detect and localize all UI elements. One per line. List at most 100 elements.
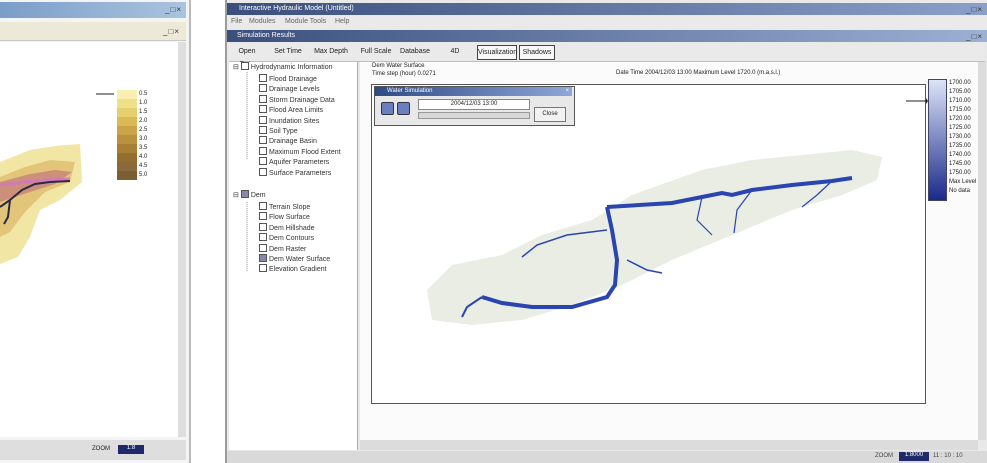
menu-module-tools[interactable]: Module Tools — [285, 18, 326, 25]
tree-item-label: Aquifer Parameters — [269, 159, 330, 167]
tree-item[interactable]: Dem Contours — [259, 233, 314, 242]
tree-item-label: Inundation Sites — [269, 117, 320, 125]
tree-item[interactable]: Dem Hillshade — [259, 222, 315, 232]
main-horizontal-scrollbar[interactable] — [360, 440, 978, 450]
checkbox[interactable] — [259, 146, 267, 155]
tree-item[interactable]: Storm Drainage Data — [259, 94, 335, 104]
tree-item[interactable]: Drainage Levels — [259, 84, 320, 93]
tree-item-label: Elevation Gradient — [269, 266, 327, 274]
checkbox[interactable] — [259, 222, 267, 231]
checkbox[interactable] — [259, 136, 267, 145]
full-scale-button[interactable]: Full Scale — [359, 45, 393, 58]
dialog-title: Water Simulation — [387, 88, 433, 94]
tree-item[interactable]: Flood Drainage — [259, 74, 317, 83]
menu-file[interactable]: File — [231, 18, 242, 25]
checkbox[interactable] — [259, 233, 267, 242]
visualization-button[interactable]: Visualization — [477, 45, 517, 60]
tree-group-hydro[interactable]: ⊟ Hydrodynamic Information — [233, 62, 333, 71]
subwindow-title: Simulation Results — [237, 32, 295, 39]
terrain-surface — [427, 150, 882, 325]
left-legend-item: 2.0 — [117, 117, 157, 126]
set-time-button[interactable]: Set Time — [273, 45, 303, 58]
left-zoom-value[interactable]: 1:8 — [118, 445, 144, 454]
zoom-value[interactable]: 1:8000 — [899, 452, 929, 461]
left-subwindow-controls[interactable]: _□× — [163, 27, 180, 36]
main-window-controls[interactable]: _□× — [966, 5, 983, 14]
simulation-date-field[interactable]: 2004/12/03 13:00 — [418, 99, 530, 110]
left-legend-item: 1.0 — [117, 99, 157, 108]
stop-icon[interactable] — [397, 102, 410, 115]
play-icon[interactable] — [381, 102, 394, 115]
main-titlebar: Interactive Hydraulic Model (Untitled) _… — [227, 3, 987, 15]
left-window-titlebar: _□× — [0, 2, 186, 18]
depth-legend-label: 1735.00 — [949, 143, 971, 149]
zoom-label: ZOOM — [875, 453, 893, 459]
depth-legend-label: 1715.00 — [949, 107, 971, 113]
close-icon[interactable]: × — [565, 87, 569, 96]
layer-tree-panel: ⊟ Hydrodynamic Information Flood Drainag… — [229, 62, 358, 450]
tree-item[interactable]: Drainage Basin — [259, 136, 317, 145]
depth-legend-label: 1710.00 — [949, 98, 971, 104]
legend-label: 2.5 — [139, 127, 148, 133]
tree-item[interactable]: Terrain Slope — [259, 202, 310, 211]
legend-label: 3.0 — [139, 136, 148, 142]
checkbox[interactable] — [259, 84, 267, 93]
legend-swatch — [117, 144, 137, 153]
tree-item-label: Drainage Levels — [269, 86, 320, 94]
legend-pointer-arrow-icon — [906, 98, 928, 104]
menu-modules[interactable]: Modules — [249, 18, 275, 25]
left-window-controls[interactable]: _□× — [165, 5, 182, 14]
checkbox[interactable] — [259, 202, 267, 210]
depth-legend-label: No data — [949, 188, 971, 194]
checkbox[interactable] — [259, 254, 267, 262]
main-statusbar: ZOOM 1:8000 11 : 10 : 10 — [227, 451, 987, 463]
dialog-titlebar: Water Simulation × — [375, 87, 572, 96]
checkbox[interactable] — [259, 105, 267, 114]
left-map-canvas[interactable]: 0.5 1.0 1.5 2.0 2.5 3.0 3.5 4.0 4.5 5.0 — [0, 42, 179, 437]
checkbox[interactable] — [259, 264, 267, 273]
tree-item[interactable]: Flood Area Limits — [259, 105, 323, 114]
tree-item[interactable]: Dem Water Surface — [259, 254, 330, 263]
main-vertical-scrollbar[interactable] — [978, 62, 986, 440]
left-vertical-scrollbar[interactable] — [178, 42, 186, 437]
tree-item-label: Dem Raster — [269, 245, 307, 253]
tree-item[interactable]: Flow Surface — [259, 212, 310, 221]
tree-item[interactable]: Soil Type — [259, 126, 298, 135]
tree-item[interactable]: Dem Raster — [259, 243, 307, 253]
time-slider[interactable] — [418, 112, 530, 119]
tree-item[interactable]: Elevation Gradient — [259, 264, 327, 273]
menu-help[interactable]: Help — [335, 18, 349, 25]
left-legend-item: 1.5 — [117, 108, 157, 117]
database-button[interactable]: Database — [399, 45, 431, 58]
depth-legend-label: 1705.00 — [949, 89, 971, 95]
checkbox[interactable] — [259, 115, 267, 124]
flood-simulation-map — [427, 150, 882, 325]
checkbox[interactable] — [259, 157, 267, 166]
checkbox[interactable] — [259, 243, 267, 252]
tree-item[interactable]: Surface Parameters — [259, 167, 331, 177]
open-data-button[interactable]: Open Data — [231, 45, 263, 68]
checkbox[interactable] — [259, 212, 267, 221]
tree-item-label: Dem Contours — [269, 235, 315, 243]
left-statusbar: ZOOM 1:8 — [0, 440, 186, 460]
4d-button[interactable]: 4D — [447, 45, 463, 58]
dialog-close-button[interactable]: Close — [534, 107, 566, 122]
tree-group-dem[interactable]: ⊟ Dem — [233, 190, 266, 199]
tree-item-label: Soil Type — [269, 128, 298, 135]
tree-item[interactable]: Aquifer Parameters — [259, 157, 329, 166]
checkbox[interactable] — [259, 74, 267, 82]
left-legend-item: 4.0 — [117, 153, 157, 162]
shadows-button[interactable]: Shadows — [519, 45, 555, 60]
depth-legend-label: 1720.00 — [949, 116, 971, 122]
subwindow-controls[interactable]: _□× — [966, 32, 983, 41]
map-frame[interactable] — [371, 84, 926, 404]
checkbox[interactable] — [259, 167, 267, 176]
legend-label: 0.5 — [139, 91, 148, 97]
legend-label: 3.5 — [139, 145, 148, 151]
max-depth-button[interactable]: Max Depth — [313, 45, 349, 58]
checkbox[interactable] — [259, 126, 267, 134]
tree-item[interactable]: Inundation Sites — [259, 115, 320, 125]
tree-item[interactable]: Maximum Flood Extent — [259, 146, 341, 156]
checkbox[interactable] — [259, 94, 267, 103]
map-layer-name: Dem Water Surface — [372, 63, 425, 69]
